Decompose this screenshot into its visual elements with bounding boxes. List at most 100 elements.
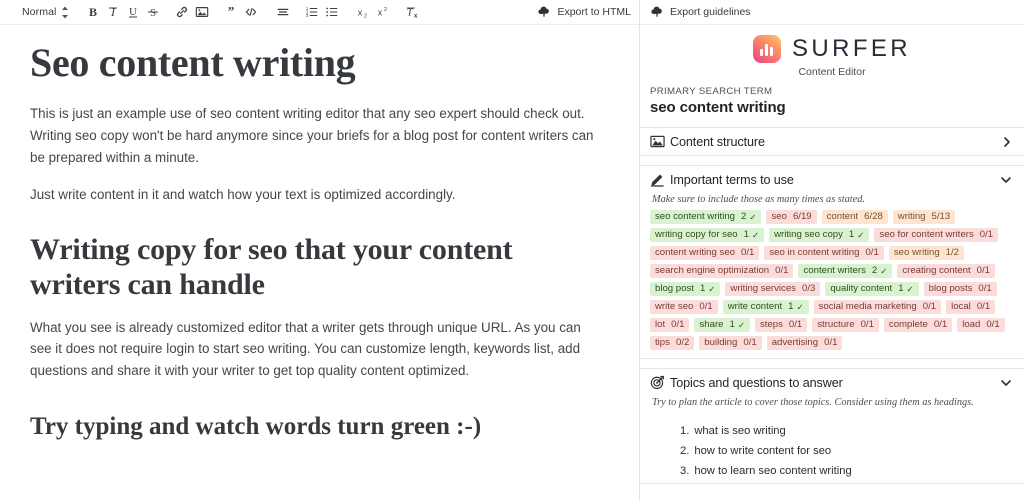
subscript-icon[interactable]: x2 — [354, 2, 374, 22]
term-tag-label: local — [951, 301, 971, 313]
document-heading-3: Try typing and watch words turn green :-… — [30, 412, 482, 440]
term-tag[interactable]: write seo 0/1 — [650, 300, 718, 314]
export-to-html-button[interactable]: Export to HTML — [537, 4, 631, 20]
link-icon[interactable] — [172, 2, 192, 22]
bold-button[interactable]: B — [83, 2, 103, 22]
term-tag[interactable]: share 1 ✓ — [694, 318, 750, 332]
svg-text:T: T — [407, 8, 414, 19]
term-tag-label: writing seo copy — [774, 229, 843, 241]
check-icon: ✓ — [749, 211, 757, 222]
term-tag[interactable]: blog post 1 ✓ — [650, 282, 721, 296]
term-tag[interactable]: quality content 1 ✓ — [825, 282, 919, 296]
term-tag-label: write seo — [655, 301, 694, 313]
term-tag-count: 0/1 — [699, 301, 713, 313]
clear-formatting-icon[interactable]: Tx — [403, 2, 423, 22]
term-tag-label: load — [962, 319, 981, 331]
term-tag[interactable]: seo content writing 2 ✓ — [650, 210, 762, 224]
term-tag[interactable]: seo 6/19 — [766, 210, 817, 224]
term-tag[interactable]: seo in content writing 0/1 — [764, 246, 884, 260]
term-tag-count: 0/1 — [775, 265, 789, 277]
term-tag-count: 1/2 — [945, 247, 960, 259]
export-to-html-label: Export to HTML — [557, 6, 631, 18]
term-tag-count: 0/1 — [986, 319, 1000, 331]
surfer-brand: SURFER Content Editor — [640, 25, 1024, 84]
term-tag[interactable]: writing 5/13 — [892, 210, 956, 224]
term-tag[interactable]: writing seo copy 1 ✓ — [769, 228, 870, 242]
strikethrough-button[interactable]: S — [143, 2, 163, 22]
term-tag[interactable]: content 6/28 — [821, 210, 888, 224]
check-icon: ✓ — [708, 283, 716, 294]
svg-text:B: B — [89, 5, 97, 19]
term-tag[interactable]: creating content 0/1 — [897, 264, 995, 278]
term-tag[interactable]: search engine optimization 0/1 — [650, 264, 794, 278]
term-tag[interactable]: load 0/1 — [957, 318, 1005, 332]
ordered-list-icon[interactable]: 123 — [302, 2, 322, 22]
question-text: how to learn seo content writing — [694, 465, 852, 478]
term-tag[interactable]: writing copy for seo 1 ✓ — [650, 228, 765, 242]
term-tag[interactable]: complete 0/1 — [883, 318, 953, 332]
document-body[interactable]: Seo content writing This is just an exam… — [0, 25, 639, 501]
term-tag[interactable]: blog posts 0/1 — [923, 282, 997, 296]
align-icon[interactable] — [273, 2, 293, 22]
term-tag-label: blog posts — [928, 283, 973, 295]
document-paragraph-2: Just write content in it and watch how y… — [30, 187, 456, 203]
term-tag-count: 0/1 — [824, 337, 838, 349]
chevron-down-icon[interactable] — [1000, 378, 1014, 388]
term-tag[interactable]: lot 0/1 — [650, 318, 690, 332]
cloud-upload-icon — [650, 4, 664, 20]
check-icon: ✓ — [752, 229, 760, 240]
term-tag-label: lot — [655, 319, 666, 331]
question-text: how to write content for seo — [694, 445, 832, 458]
term-tag-count: 0/1 — [788, 319, 803, 331]
chevron-down-icon[interactable] — [1000, 175, 1014, 185]
code-icon[interactable] — [241, 2, 261, 22]
term-tag-count: 0/1 — [976, 301, 991, 313]
chevron-right-icon[interactable] — [1002, 136, 1014, 148]
term-tag-label: seo content writing — [655, 211, 735, 223]
term-tag[interactable]: seo for content writers 0/1 — [874, 228, 999, 242]
underline-button[interactable]: U — [123, 2, 143, 22]
document-title: Seo content writing — [30, 40, 356, 85]
check-icon: ✓ — [796, 301, 804, 312]
pencil-icon — [650, 172, 670, 187]
term-tag[interactable]: building 0/1 — [699, 336, 762, 350]
primary-search-term-value: seo content writing — [650, 99, 786, 116]
format-dropdown[interactable]: Normal — [22, 6, 69, 19]
term-tag[interactable]: seo writing 1/2 — [888, 246, 965, 260]
section-important-terms-header[interactable]: Important terms to use — [650, 166, 1014, 193]
section-topics-questions-header[interactable]: Topics and questions to answer — [650, 369, 1014, 396]
question-item[interactable]: 1. what is seo writing — [680, 423, 1014, 440]
term-tag[interactable]: writing services 0/3 — [725, 282, 821, 296]
bullet-list-icon[interactable] — [322, 2, 342, 22]
term-tag-label: write content — [727, 301, 783, 313]
term-tag-label: seo writing — [893, 247, 940, 259]
term-tag[interactable]: content writing seo 0/1 — [650, 246, 760, 260]
section-important-terms-title: Important terms to use — [670, 172, 794, 187]
term-tag[interactable]: steps 0/1 — [754, 318, 808, 332]
svg-text:I: I — [110, 5, 116, 19]
term-tag-count: 6/28 — [864, 211, 883, 223]
italic-button[interactable]: I — [103, 2, 123, 22]
quote-icon[interactable]: ” — [221, 2, 241, 22]
term-tag-count: 0/1 — [922, 301, 937, 313]
term-tag[interactable]: local 0/1 — [946, 300, 996, 314]
export-guidelines-button[interactable]: Export guidelines — [640, 0, 1024, 25]
image-icon[interactable] — [192, 2, 212, 22]
term-tag[interactable]: content writers 2 ✓ — [798, 264, 893, 278]
term-tag[interactable]: advertising 0/1 — [766, 336, 843, 350]
term-tag[interactable]: tips 0/2 — [650, 336, 695, 350]
svg-text:2: 2 — [384, 7, 387, 13]
term-tag-label: social media marketing — [818, 301, 917, 313]
term-tag[interactable]: write content 1 ✓ — [722, 300, 809, 314]
superscript-icon[interactable]: x2 — [374, 2, 394, 22]
section-content-structure-header[interactable]: Content structure — [650, 128, 1014, 155]
primary-search-term: PRIMARY SEARCH TERM seo content writing — [640, 84, 1024, 116]
question-item[interactable]: 3. how to learn seo content writing — [680, 463, 1014, 480]
term-tag[interactable]: social media marketing 0/1 — [813, 300, 942, 314]
surfer-wordmark: SURFER — [791, 35, 912, 62]
question-number: 3. — [680, 465, 690, 478]
svg-text:x: x — [414, 12, 418, 19]
question-item[interactable]: 2. how to write content for seo — [680, 443, 1014, 460]
term-tag[interactable]: structure 0/1 — [812, 318, 879, 332]
term-tag-label: seo in content writing — [769, 247, 860, 259]
